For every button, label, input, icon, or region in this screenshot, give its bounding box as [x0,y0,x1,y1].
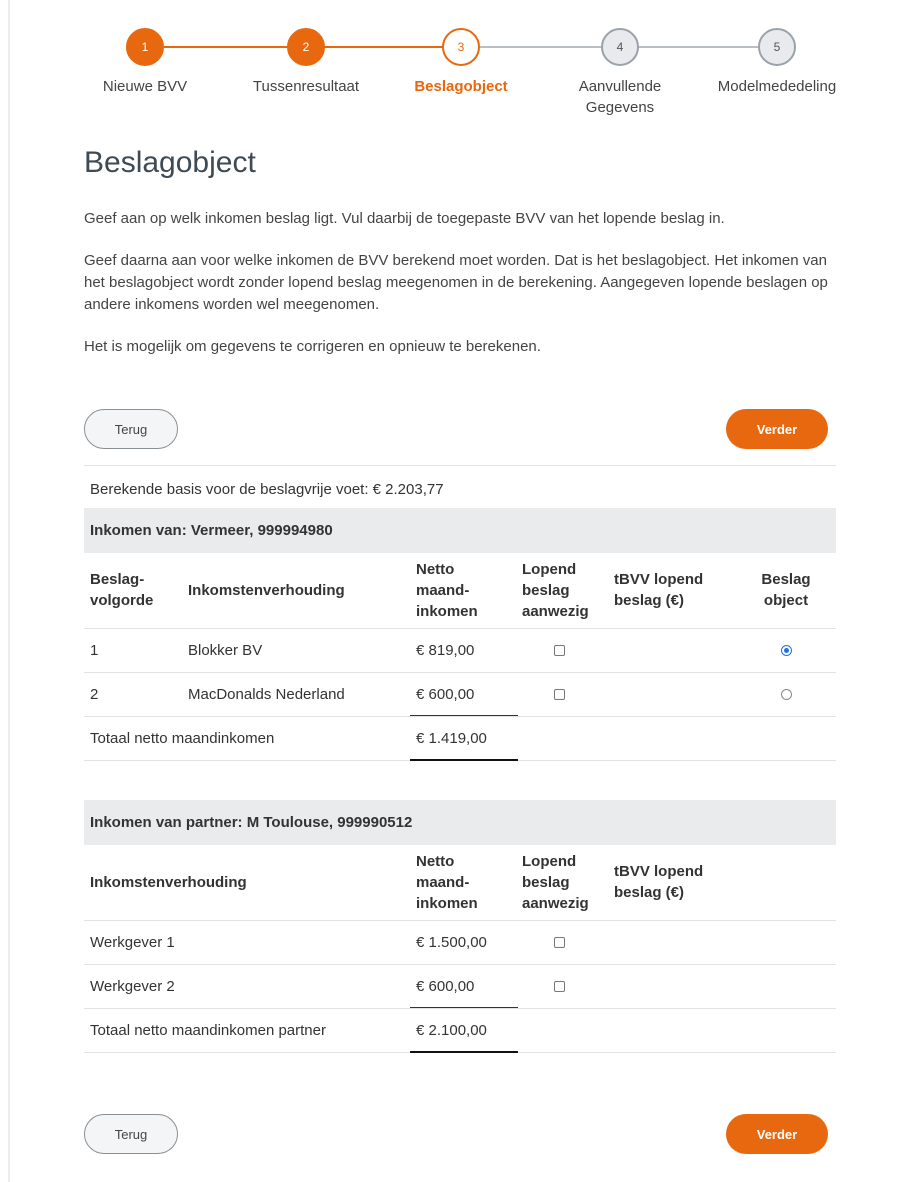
intro-text: Geef aan op welk inkomen beslag ligt. Vu… [84,208,844,378]
row-net-income: € 600,00 [410,671,516,716]
object-radio[interactable] [780,645,792,657]
col-header-net: Netto maand-inkomen [416,560,478,620]
step-5-circle: 5 [758,28,796,66]
table-row: 1 Blokker BV € 819,00 [84,627,836,672]
sum-line [410,1007,518,1008]
attachment-checkbox[interactable] [554,645,565,657]
next-button-top[interactable]: Verder [726,409,828,449]
row-net-income: € 819,00 [410,627,516,672]
col-header-order: Beslag-volgorde [90,571,154,610]
total-underline [410,759,518,761]
col-header-attachment: Lopend beslag aanwezig [522,852,589,912]
intro-paragraph-1: Geef aan op welk inkomen beslag ligt. Vu… [84,210,725,227]
step-2-circle: 2 [287,28,325,66]
row-relation: MacDonalds Nederland [182,671,410,716]
row-order: 2 [84,671,182,716]
income-table-header: Beslag-volgorde Inkomstenverhouding Nett… [84,553,836,628]
row-relation: Werkgever 2 [84,963,410,1008]
step-4-label: Aanvullende Gegevens [578,78,662,116]
step-1-label: Nieuwe BVV [102,78,188,95]
attachment-checkbox[interactable] [554,981,565,993]
attachment-checkbox[interactable] [554,689,565,701]
back-button-bottom[interactable]: Terug [84,1114,178,1154]
table-row: Werkgever 1 € 1.500,00 [84,919,836,964]
page-left-border [8,0,10,1182]
divider [84,465,836,466]
intro-paragraph-2: Geef daarna aan voor welke inkomen de BV… [84,252,828,313]
total-label: Totaal netto maandinkomen partner [84,1007,410,1053]
page-title: Beslagobject [84,146,256,179]
step-5: 5 Modelmededeling [692,28,862,97]
total-value: € 2.100,00 [410,1007,516,1053]
col-header-object: Beslag object [761,571,811,610]
step-1-circle: 1 [126,28,164,66]
col-header-tbvv: tBVV lopend beslag (€) [614,571,704,610]
row-net-income: € 1.500,00 [410,919,516,964]
step-5-label: Modelmededeling [717,78,837,95]
bvv-basis-text: Berekende basis voor de beslagvrije voet… [90,481,444,498]
col-header-net: Netto maand-inkomen [416,852,478,912]
total-label: Totaal netto maandinkomen [84,715,410,761]
col-header-tbvv: tBVV lopend beslag (€) [614,863,704,902]
total-value: € 1.419,00 [410,715,516,761]
row-order: 1 [84,627,182,672]
partner-section-heading: Inkomen van partner: M Toulouse, 9999905… [84,800,836,845]
step-3: 3 Beslagobject [376,28,546,97]
row-net-income: € 600,00 [410,963,516,1008]
income-section-heading: Inkomen van: Vermeer, 999994980 [84,508,836,553]
total-row: Totaal netto maandinkomen partner € 2.10… [84,1007,836,1053]
row-relation: Werkgever 1 [84,919,410,964]
step-3-circle: 3 [442,28,480,66]
intro-paragraph-3: Het is mogelijk om gegevens te corrigere… [84,338,541,355]
next-button-bottom[interactable]: Verder [726,1114,828,1154]
col-header-relation: Inkomstenverhouding [188,581,345,599]
total-underline [410,1051,518,1053]
partner-income-table: Inkomstenverhouding Netto maand-inkomen … [84,845,836,1053]
col-header-attachment: Lopend beslag aanwezig [522,560,589,620]
step-2[interactable]: 2 Tussenresultaat [221,28,391,97]
step-1[interactable]: 1 Nieuwe BVV [60,28,230,97]
table-row: 2 MacDonalds Nederland € 600,00 [84,671,836,716]
step-2-label: Tussenresultaat [252,78,360,95]
total-row: Totaal netto maandinkomen € 1.419,00 [84,715,836,761]
partner-table-header: Inkomstenverhouding Netto maand-inkomen … [84,845,836,920]
back-button-top[interactable]: Terug [84,409,178,449]
col-header-relation: Inkomstenverhouding [90,873,247,891]
progress-stepper: 1 Nieuwe BVV 2 Tussenresultaat 3 Beslago… [84,28,854,128]
row-relation: Blokker BV [182,627,410,672]
table-row: Werkgever 2 € 600,00 [84,963,836,1008]
sum-line [410,715,518,716]
income-table: Beslag-volgorde Inkomstenverhouding Nett… [84,553,836,761]
step-4: 4 Aanvullende Gegevens [534,28,706,118]
attachment-checkbox[interactable] [554,937,565,949]
step-4-circle: 4 [601,28,639,66]
object-radio[interactable] [780,689,792,701]
step-3-label: Beslagobject [414,78,508,95]
